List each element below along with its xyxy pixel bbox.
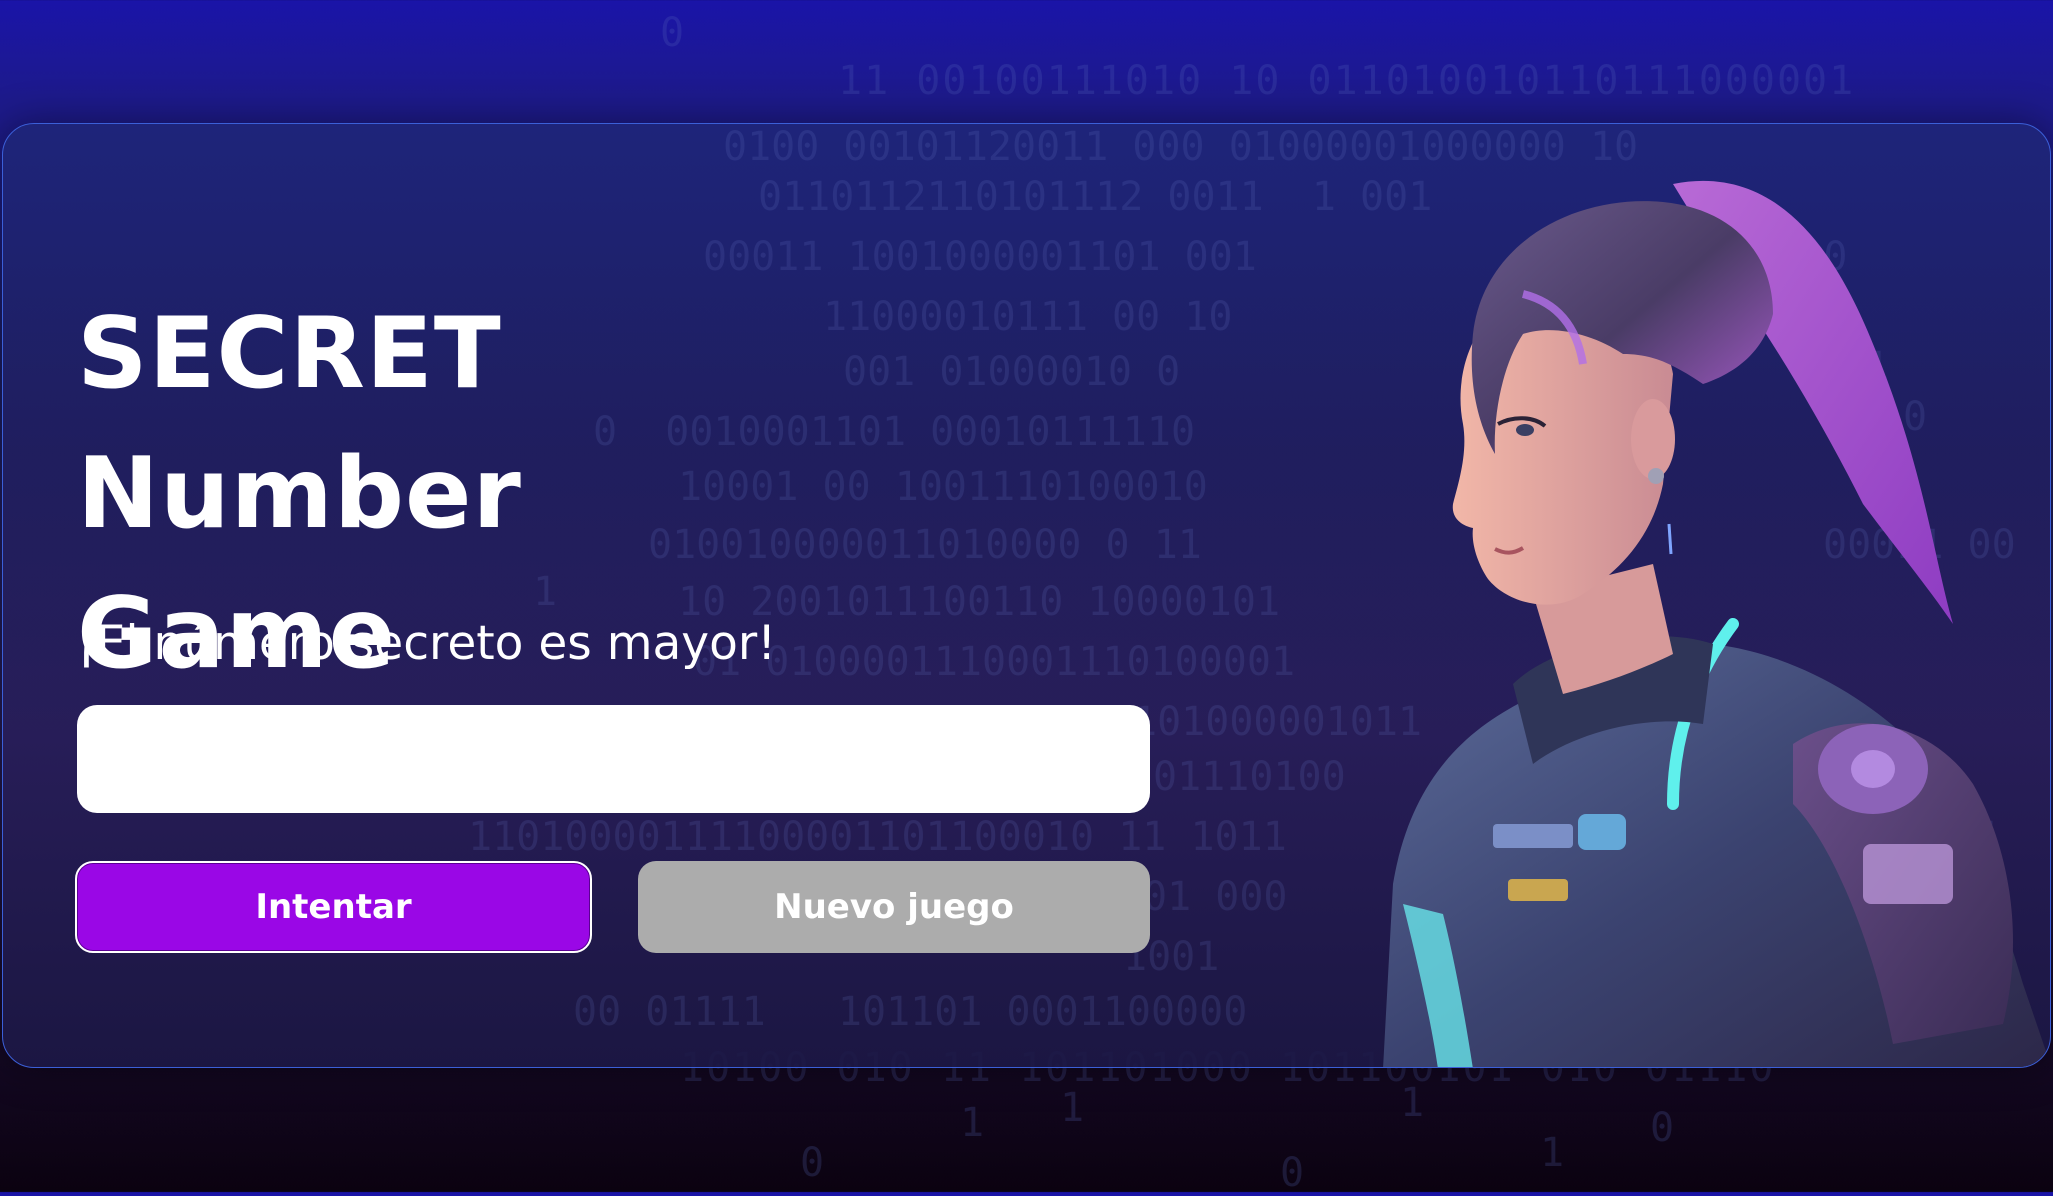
- hint-message: ¡El número secreto es mayor!: [77, 616, 777, 671]
- character-illustration: [1383, 180, 2050, 1067]
- game-card: 0100 00101120011 000 01000001000000 10 0…: [2, 123, 2051, 1068]
- guess-input[interactable]: [77, 705, 1150, 813]
- new-game-button[interactable]: Nuevo juego: [638, 861, 1150, 953]
- try-button[interactable]: Intentar: [75, 861, 592, 953]
